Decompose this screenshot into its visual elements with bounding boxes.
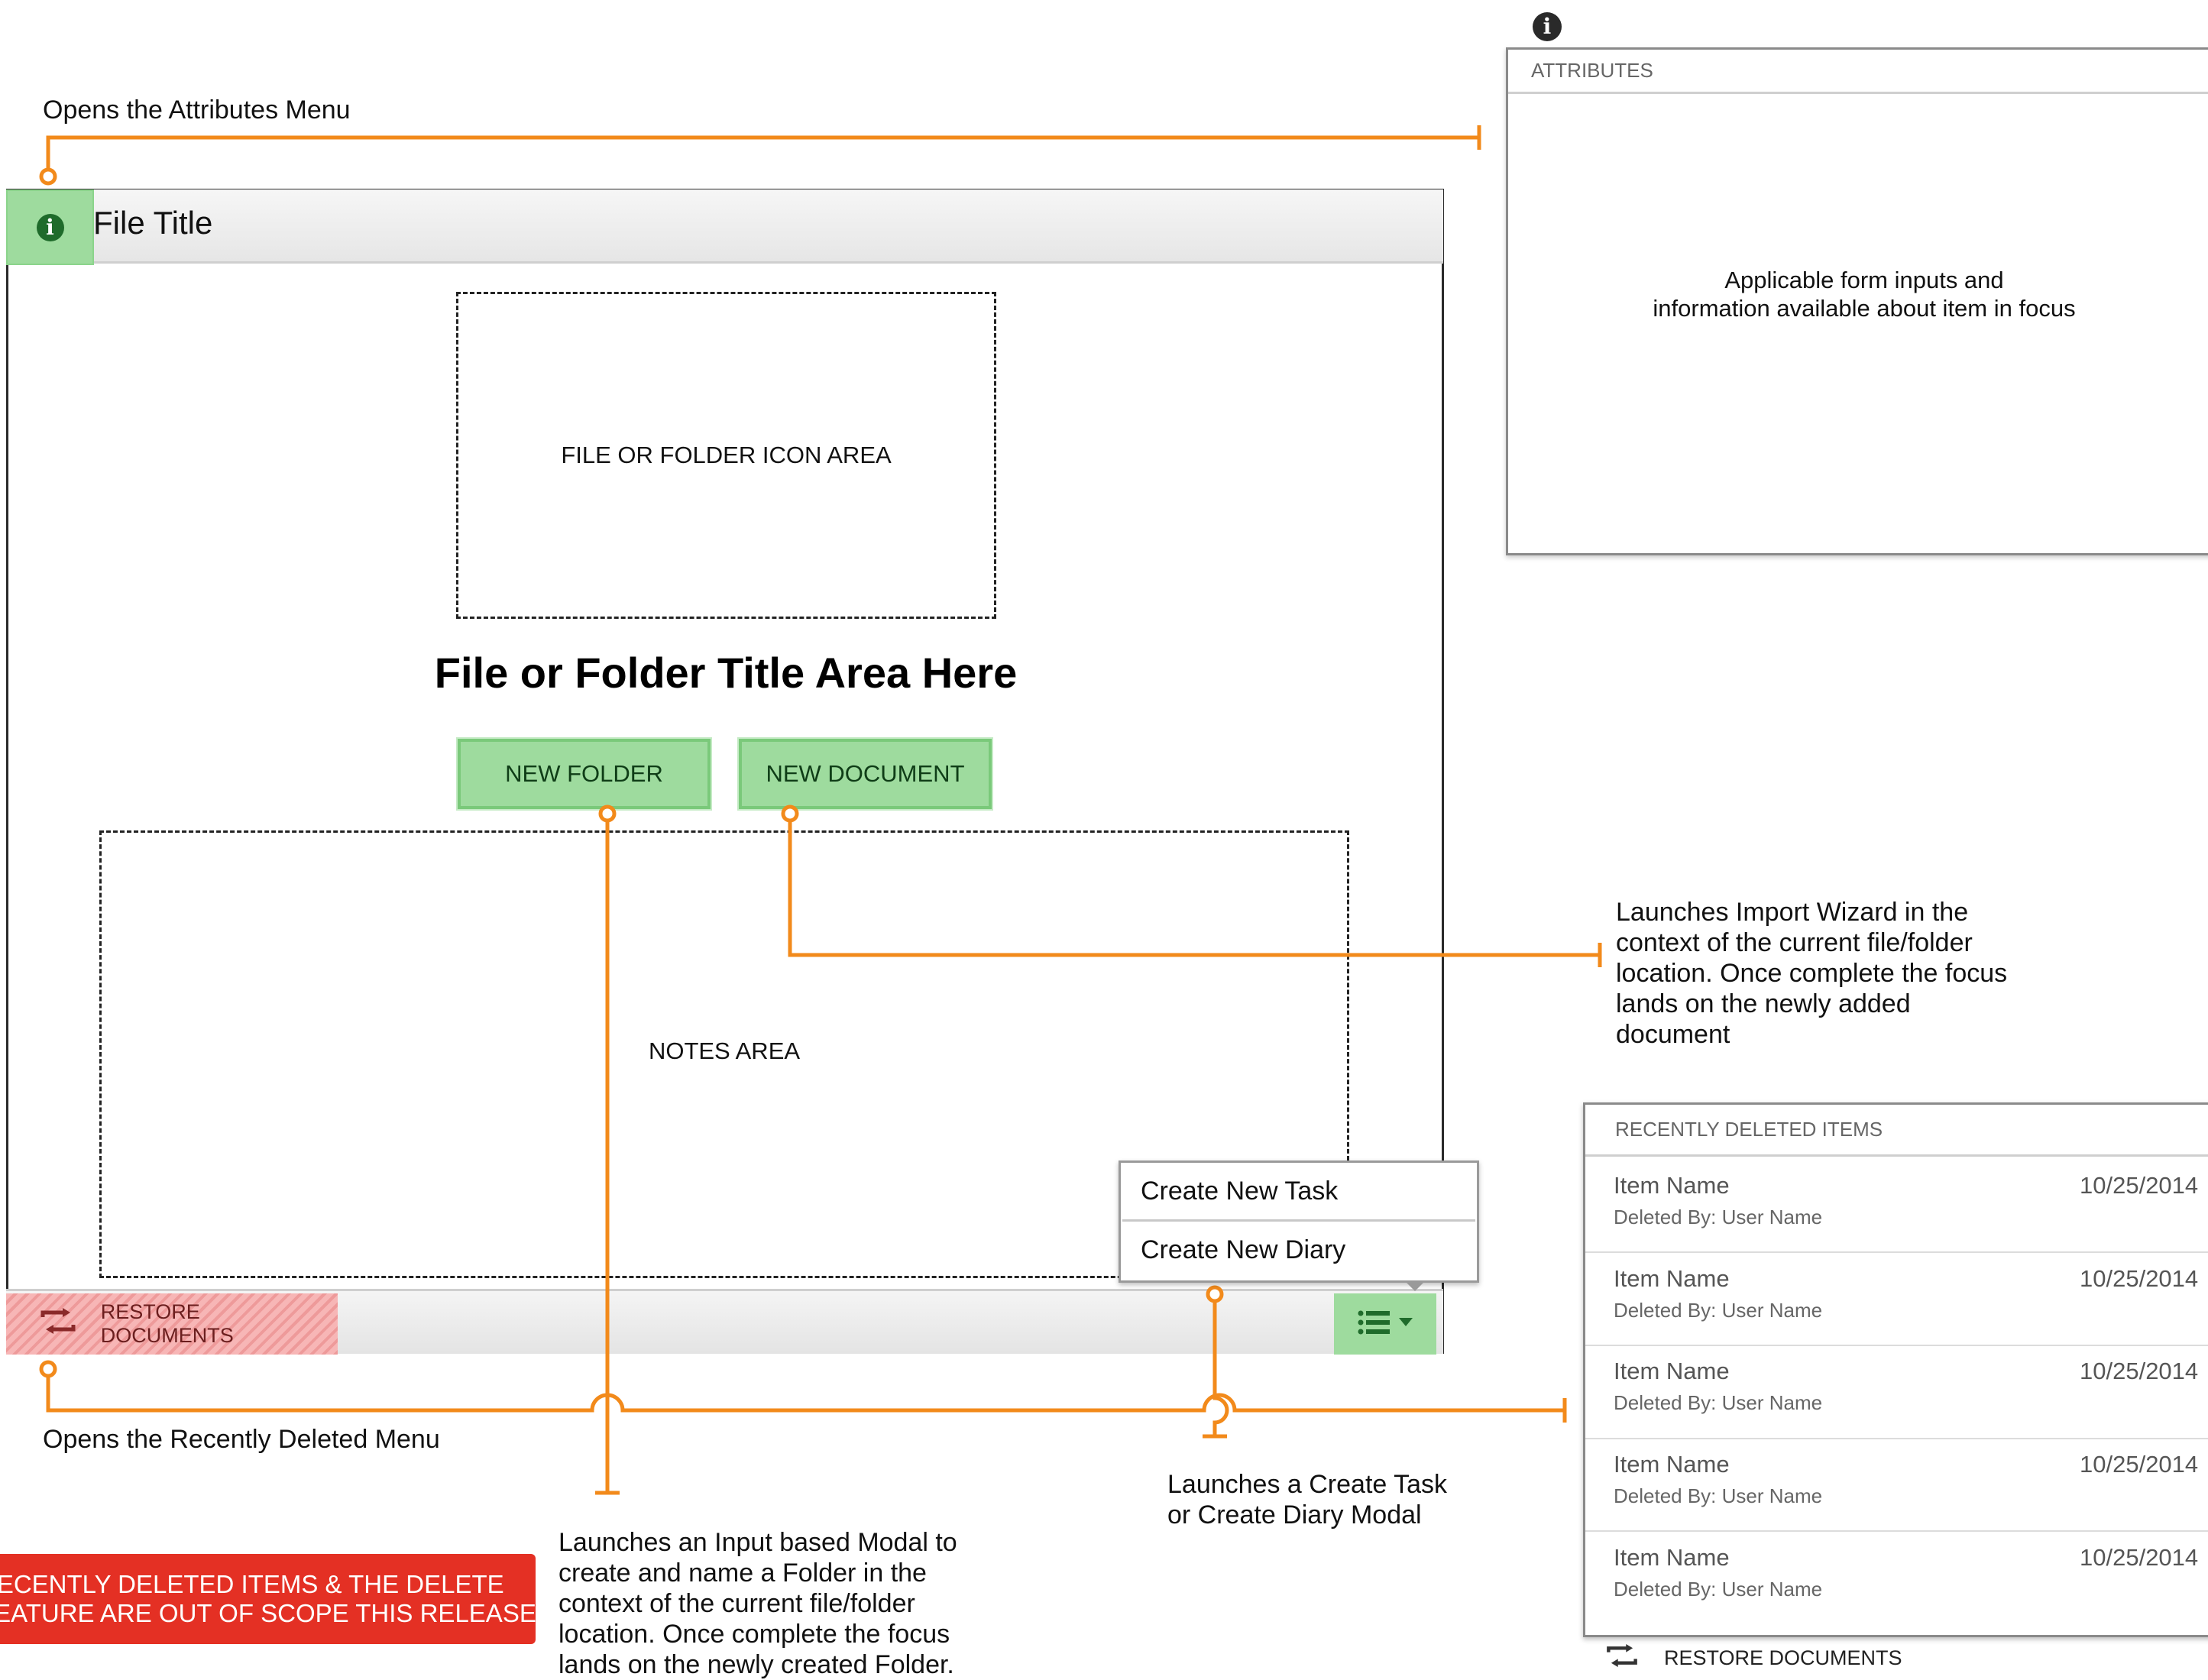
annotation-recently-deleted-menu: Opens the Recently Deleted Menu [43,1425,440,1454]
item-name: Item Name [1614,1451,1730,1478]
attributes-button[interactable]: i [6,189,94,265]
annotation-line: lands on the newly created Folder. [558,1650,954,1679]
connector-dot [39,167,57,186]
restore-documents-label: RESTORE DOCUMENTS [100,1300,234,1347]
restore-icon [38,1307,84,1342]
new-folder-label: NEW FOLDER [505,760,663,787]
restore-documents-label: RESTORE DOCUMENTS [1664,1646,1902,1669]
item-date: 10/25/2014 [2080,1451,2199,1478]
item-name: Item Name [1614,1544,1730,1571]
new-document-label: NEW DOCUMENT [766,760,965,787]
annotation-attributes-menu: Opens the Attributes Menu [43,95,351,125]
connector-recently-deleted [46,1375,1565,1413]
dropdown-pointer [1404,1280,1426,1291]
item-deleted-by: Deleted By: User Name [1614,1578,1823,1601]
annotation-line: create and name a Folder in the [558,1559,927,1588]
menu-item-create-task[interactable]: Create New Task [1121,1163,1477,1219]
folder-title: File or Folder Title Area Here [434,649,1018,697]
annotation-line: location. Once complete the focus [1616,959,2008,988]
annotation-import-wizard: Launches Import Wizard in the context of… [1616,897,2007,1050]
annotation-line: document [1616,1020,1730,1049]
info-icon: i [36,213,64,241]
scope-warning-line: RECENTLY DELETED ITEMS & THE DELETE [0,1570,504,1598]
annotation-line: context of the current file/folder [1616,928,1973,957]
menu-item-label: Create New Diary [1141,1235,1346,1264]
item-deleted-by: Deleted By: User Name [1614,1206,1823,1228]
item-name: Item Name [1614,1358,1730,1384]
annotation-input-modal: Launches an Input based Modal to create … [558,1527,957,1680]
annotation-line: Launches a Create Task [1167,1470,1448,1499]
item-date: 10/25/2014 [2080,1265,2199,1292]
list-divider [1585,1345,2208,1346]
restore-documents-button[interactable]: RESTORE DOCUMENTS [6,1293,338,1355]
connector-attributes [46,135,1479,170]
new-folder-button[interactable]: NEW FOLDER [458,739,711,809]
item-date: 10/25/2014 [2080,1172,2199,1199]
list-item[interactable]: Item Name Deleted By: User Name 10/25/20… [1614,1358,2208,1451]
annotation-line: or Create Diary Modal [1167,1500,1422,1529]
item-date: 10/25/2014 [2080,1544,2199,1571]
list-divider [1585,1530,2208,1532]
icon-area-label: FILE OR FOLDER ICON AREA [561,442,892,468]
create-menu-button[interactable] [1334,1293,1436,1355]
item-date: 10/25/2014 [2080,1358,2199,1384]
menu-item-create-diary[interactable]: Create New Diary [1121,1222,1477,1278]
info-icon: i [1533,12,1562,41]
annotation-line: context of the current file/folder [558,1589,915,1618]
scope-warning-line: FEATURE ARE OUT OF SCOPE THIS RELEASE [0,1599,536,1627]
annotation-create-task: Launches a Create Task or Create Diary M… [1167,1469,1447,1530]
annotation-line: Launches Import Wizard in the [1616,898,1969,927]
recently-deleted-header: RECENTLY DELETED ITEMS [1585,1105,2208,1157]
caret-down-icon [1399,1317,1413,1331]
create-menu-dropdown: Create New Task Create New Diary [1119,1160,1479,1283]
attributes-body-line: Applicable form inputs and [1724,267,2004,293]
item-deleted-by: Deleted By: User Name [1614,1391,1823,1414]
connector-dot [39,1360,57,1378]
attributes-header: ATTRIBUTES [1508,50,2208,94]
title-bar [6,189,1443,264]
list-item[interactable]: Item Name Deleted By: User Name 10/25/20… [1614,1544,2208,1637]
list-divider [1585,1438,2208,1439]
restore-icon [1604,1642,1640,1674]
item-deleted-by: Deleted By: User Name [1614,1484,1823,1507]
recently-deleted-restore-button[interactable]: RESTORE DOCUMENTS [1604,1641,1902,1675]
menu-item-label: Create New Task [1141,1176,1339,1206]
scope-warning-badge: RECENTLY DELETED ITEMS & THE DELETE FEAT… [0,1554,536,1644]
attributes-body-line: information available about item in focu… [1653,295,2076,322]
annotation-line: location. Once complete the focus [558,1620,950,1649]
notes-area-label: NOTES AREA [648,1037,801,1064]
icon-area: FILE OR FOLDER ICON AREA [456,292,996,619]
attributes-body: Applicable form inputs and information a… [1589,266,2139,322]
item-name: Item Name [1614,1265,1730,1292]
new-document-button[interactable]: NEW DOCUMENT [739,739,992,809]
annotation-line: lands on the newly added [1616,989,1911,1018]
list-divider [1585,1251,2208,1253]
file-title: File Title [93,205,213,241]
item-deleted-by: Deleted By: User Name [1614,1299,1823,1322]
item-name: Item Name [1614,1172,1730,1199]
annotation-line: Launches an Input based Modal to [558,1528,957,1557]
list-icon [1358,1310,1390,1338]
